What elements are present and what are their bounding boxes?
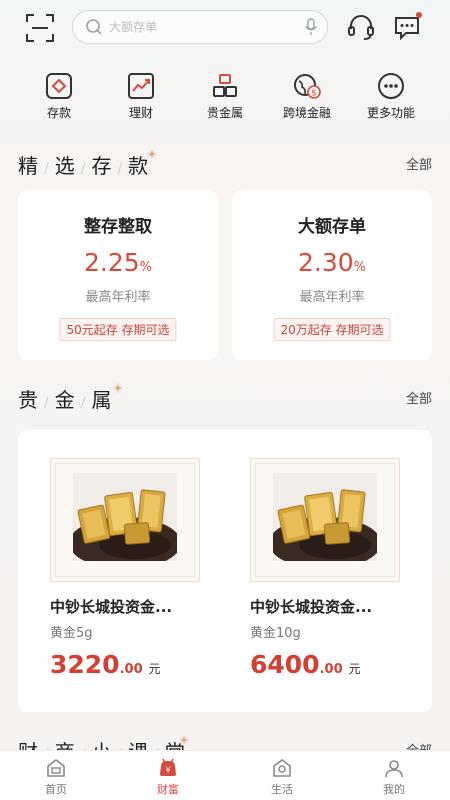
quick-nav-label: 更多功能 bbox=[366, 106, 415, 120]
quick-nav-label: 理财 bbox=[128, 106, 153, 120]
product-image-frame bbox=[250, 458, 400, 582]
life-icon bbox=[273, 759, 291, 777]
bottom-nav-wealth[interactable]: ¥ 财富 bbox=[128, 757, 208, 797]
quick-nav-precious-metal[interactable]: 贵金属 bbox=[180, 72, 270, 121]
quick-nav: 存款 理财 贵金属 $ 跨境金融 更多功能 bbox=[0, 72, 450, 128]
deposit-rate: 2.25% bbox=[83, 248, 153, 277]
deposit-icon bbox=[46, 73, 72, 99]
deposit-card[interactable]: 大额存单 2.30% 最高年利率 20万起存 存期可选 bbox=[232, 190, 432, 360]
wealth-icon: ¥ bbox=[160, 758, 176, 776]
search-bar[interactable] bbox=[72, 10, 328, 44]
gold-product-spec: 黄金5g bbox=[50, 626, 93, 641]
more-icon bbox=[378, 73, 404, 99]
deposit-tag: 50元起存 存期可选 bbox=[59, 318, 177, 341]
globe-dollar-icon: $ bbox=[294, 74, 321, 99]
product-image-frame bbox=[50, 458, 200, 582]
top-bar bbox=[0, 0, 450, 56]
search-icon bbox=[86, 19, 102, 35]
deposit-name: 整存整取 bbox=[84, 217, 152, 237]
gold-bars-photo bbox=[273, 473, 377, 561]
deposit-rate: 2.30% bbox=[297, 248, 367, 277]
quick-nav-label: 跨境金融 bbox=[282, 106, 331, 120]
gold-product-name: 中钞长城投资金... bbox=[250, 598, 373, 616]
bottom-nav-label: 财富 bbox=[157, 783, 179, 796]
deposit-rate-label: 最高年利率 bbox=[85, 290, 151, 305]
quick-nav-wealth[interactable]: 理财 bbox=[96, 72, 186, 121]
gold-bars-icon bbox=[213, 74, 237, 97]
gold-section-header: 贵 / 金 / 属 全部 bbox=[0, 383, 450, 414]
quick-nav-deposit[interactable]: 存款 bbox=[14, 72, 104, 121]
bottom-nav-label: 首页 bbox=[45, 783, 67, 796]
search-input[interactable] bbox=[109, 17, 289, 37]
trend-chart-icon bbox=[128, 73, 154, 99]
gold-product-name: 中钞长城投资金... bbox=[50, 598, 173, 616]
bottom-nav-life[interactable]: 生活 bbox=[242, 757, 322, 797]
bottom-nav-label: 生活 bbox=[271, 783, 293, 796]
deposit-card[interactable]: 整存整取 2.25% 最高年利率 50元起存 存期可选 bbox=[18, 190, 218, 360]
svg-text:$: $ bbox=[311, 89, 317, 99]
quick-nav-cross-border[interactable]: $ 跨境金融 bbox=[262, 72, 352, 121]
section-title: 贵 / 金 / 属 bbox=[18, 388, 116, 412]
deposits-more-link[interactable]: 全部 bbox=[406, 154, 432, 173]
gold-product-spec: 黄金10g bbox=[250, 626, 301, 641]
flower-decoration-icon bbox=[179, 735, 189, 745]
bottom-nav-label: 我的 bbox=[383, 783, 405, 796]
deposit-tag: 20万起存 存期可选 bbox=[273, 318, 391, 341]
headset-icon[interactable] bbox=[346, 12, 376, 42]
section-title: 精 / 选 / 存 / 款 bbox=[18, 154, 153, 178]
quick-nav-more[interactable]: 更多功能 bbox=[346, 72, 436, 121]
bottom-nav: 首页 ¥ 财富 生活 我的 bbox=[0, 750, 450, 800]
scan-icon[interactable] bbox=[24, 12, 56, 44]
unread-dot bbox=[416, 12, 422, 18]
profile-icon bbox=[385, 760, 403, 778]
bottom-nav-home[interactable]: 首页 bbox=[16, 757, 96, 797]
bottom-nav-profile[interactable]: 我的 bbox=[354, 757, 434, 797]
flower-decoration-icon bbox=[147, 149, 157, 159]
wealth-page: 存款 理财 贵金属 $ 跨境金融 bbox=[0, 0, 450, 800]
deposit-rate-label: 最高年利率 bbox=[299, 290, 365, 305]
home-icon bbox=[47, 759, 65, 777]
quick-nav-label: 存款 bbox=[46, 106, 71, 120]
svg-text:¥: ¥ bbox=[165, 766, 170, 775]
gold-product-price: 3220.00 元 bbox=[50, 650, 161, 679]
gold-product-price: 6400.00 元 bbox=[250, 650, 361, 679]
microphone-icon[interactable] bbox=[303, 17, 319, 37]
quick-nav-label: 贵金属 bbox=[206, 106, 243, 120]
flower-decoration-icon bbox=[113, 383, 123, 393]
deposits-section-header: 精 / 选 / 存 / 款 全部 bbox=[0, 149, 450, 180]
gold-bars-photo bbox=[73, 473, 177, 561]
deposit-name: 大额存单 bbox=[298, 217, 366, 237]
gold-products-panel: 中钞长城投资金... 黄金5g 3220.00 元 中钞长城投资金... 黄金1… bbox=[18, 430, 432, 712]
gold-more-link[interactable]: 全部 bbox=[406, 388, 432, 407]
